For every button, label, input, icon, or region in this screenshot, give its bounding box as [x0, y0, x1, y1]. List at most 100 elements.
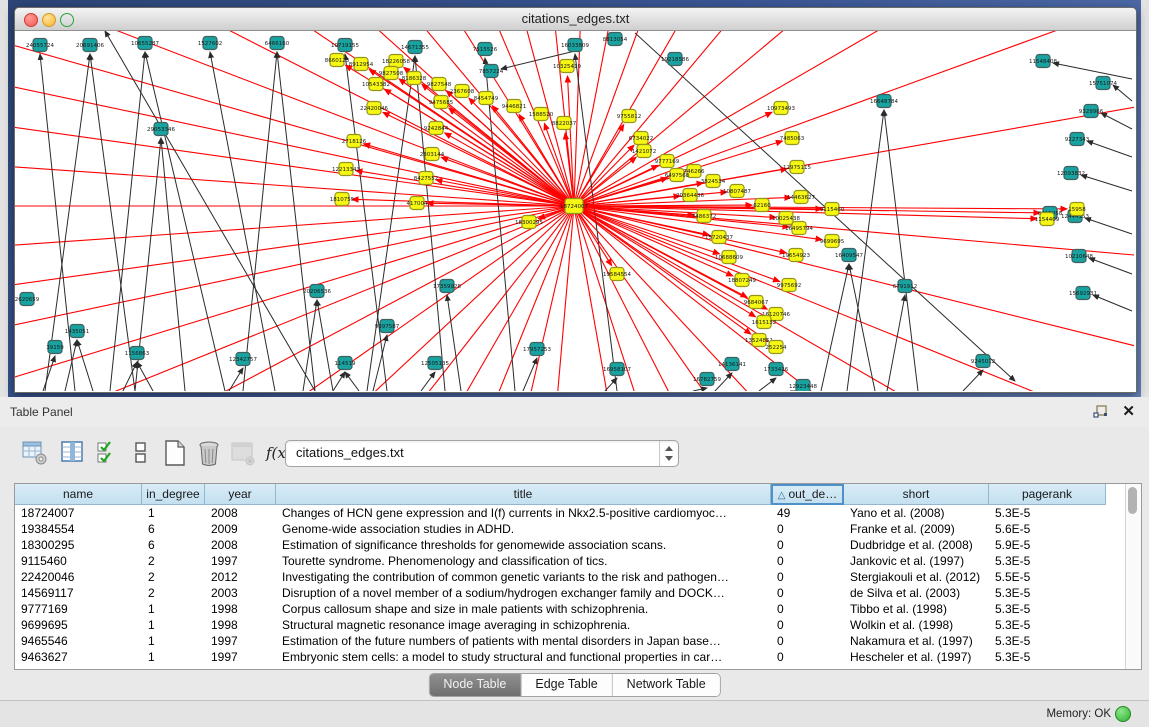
graph-node[interactable]: 10719155	[331, 39, 359, 52]
graph-node[interactable]: 29053346	[147, 123, 175, 136]
graph-node[interactable]: 9827508	[379, 67, 404, 80]
graph-node[interactable]: 2367608	[450, 85, 475, 98]
network-canvas[interactable]: 2405572420691406106552871527602646616010…	[15, 31, 1134, 391]
new-table-icon[interactable]	[162, 439, 188, 467]
column-header-outde[interactable]: △out_de…	[771, 484, 844, 505]
dropdown-stepper-icon[interactable]	[659, 441, 678, 466]
graph-node[interactable]: 10807487	[723, 185, 751, 198]
graph-node[interactable]: 114519	[335, 357, 356, 370]
graph-node[interactable]: 15958	[1068, 203, 1086, 216]
graph-node[interactable]: 6466160	[265, 37, 290, 50]
graph-node[interactable]: 16782759	[693, 373, 721, 386]
graph-node[interactable]: 10655287	[131, 37, 159, 50]
graph-node[interactable]: 62160	[753, 199, 771, 212]
table-row[interactable]: 946554611997Estimation of the future num…	[15, 633, 1126, 649]
graph-node[interactable]: 11548408	[1029, 55, 1057, 68]
scrollbar-thumb[interactable]	[1128, 487, 1137, 514]
graph-node[interactable]: 20206536	[303, 285, 331, 298]
graph-node[interactable]: 12505135	[421, 357, 449, 370]
graph-node[interactable]: 7857224	[479, 65, 504, 78]
graph-node[interactable]: 7485063	[780, 132, 805, 145]
graph-node[interactable]: 2620659	[15, 293, 40, 306]
graph-node[interactable]: 1527602	[198, 37, 223, 50]
graph-node[interactable]: 9755812	[617, 110, 642, 123]
graph-node[interactable]: 17957253	[523, 343, 551, 356]
graph-node[interactable]: 7486372	[692, 210, 717, 223]
graph-node[interactable]: 1733426	[764, 363, 789, 376]
graph-node[interactable]: 12923448	[789, 380, 817, 392]
table-body[interactable]: 1872400712008Changes of HCN gene express…	[15, 505, 1126, 669]
graph-node[interactable]: 12975115	[783, 161, 811, 174]
graph-node[interactable]: 12342757	[229, 353, 257, 366]
graph-node[interactable]: 3824534	[701, 175, 726, 188]
graph-node[interactable]: 1810755	[330, 193, 355, 206]
table-row[interactable]: 969969511998Structural magnetic resonanc…	[15, 617, 1126, 633]
table-row[interactable]: 1872400712008Changes of HCN gene express…	[15, 505, 1126, 521]
table-header-row[interactable]: namein_degreeyeartitle△out_de…shortpager…	[15, 484, 1126, 505]
table-row[interactable]: 946362711997Embryonic stem cells: a mode…	[15, 649, 1126, 665]
graph-node[interactable]: 9329966	[1079, 105, 1104, 118]
citation-network-graph[interactable]: 2405572420691406106552871527602646616010…	[15, 31, 1134, 391]
graph-node[interactable]: 8822037	[552, 117, 577, 130]
graph-node[interactable]: 16409547	[835, 249, 863, 262]
table-row[interactable]: 1456911722003Disruption of a novel membe…	[15, 585, 1126, 601]
table-row[interactable]: 977716911998Corpus callosum shape and si…	[15, 601, 1126, 617]
column-header-indegree[interactable]: in_degree	[142, 484, 205, 505]
graph-node[interactable]: 19584554	[603, 268, 631, 281]
row-height-icon[interactable]	[128, 439, 154, 467]
tab-network-table[interactable]: Network Table	[613, 674, 720, 696]
table-row[interactable]: 1830029562008Estimation of significance …	[15, 537, 1126, 553]
column-header-short[interactable]: short	[844, 484, 989, 505]
memory-status-indicator[interactable]	[1115, 706, 1131, 722]
graph-node[interactable]: 39159	[46, 341, 64, 354]
selection-mode-icon[interactable]	[96, 439, 122, 467]
graph-node[interactable]: 14671355	[401, 41, 429, 54]
graph-node[interactable]: 8454749	[474, 92, 499, 105]
column-header-year[interactable]: year	[205, 484, 276, 505]
tab-edge-table[interactable]: Edge Table	[521, 674, 612, 696]
graph-node[interactable]: 19218586	[661, 53, 689, 66]
graph-node[interactable]: 12093832	[1057, 167, 1085, 180]
float-panel-icon[interactable]	[1093, 404, 1109, 420]
graph-node[interactable]: 252254	[766, 341, 787, 354]
column-header-title[interactable]: title	[276, 484, 771, 505]
graph-node[interactable]: 14463627	[787, 191, 815, 204]
graph-node[interactable]: 19654923	[782, 249, 810, 262]
table-row[interactable]: 911546021997Tourette syndrome. Phenomeno…	[15, 553, 1126, 569]
graph-node[interactable]: 1156863	[125, 347, 150, 360]
table-row[interactable]: 1938455462009Genome-wide association stu…	[15, 521, 1126, 537]
graph-node[interactable]: 9699695	[820, 235, 845, 248]
graph-node[interactable]: 1421072	[632, 145, 657, 158]
show-columns-icon[interactable]	[60, 439, 86, 467]
graph-node[interactable]: 20364436	[676, 189, 704, 202]
graph-node[interactable]: 8813054	[603, 33, 628, 46]
column-header-pagerank[interactable]: pagerank	[989, 484, 1106, 505]
graph-node[interactable]: 10688609	[715, 251, 743, 264]
graph-node[interactable]: 7515526	[473, 43, 498, 56]
graph-node[interactable]: 12213343	[332, 163, 360, 176]
graph-node[interactable]: 16958107	[603, 363, 631, 376]
column-header-name[interactable]: name	[15, 484, 142, 505]
graph-node[interactable]: 16033809	[561, 39, 589, 52]
graph-node[interactable]: 17359928	[433, 280, 461, 293]
graph-node[interactable]: 18226058	[382, 55, 410, 68]
table-select-dropdown[interactable]: citations_edges.txt	[285, 440, 679, 467]
vertical-scrollbar[interactable]	[1125, 484, 1141, 669]
graph-node[interactable]: 20691406	[76, 39, 104, 52]
close-panel-icon[interactable]: ✕	[1122, 402, 1135, 420]
delete-table-icon[interactable]	[196, 439, 222, 467]
table-settings-icon[interactable]	[22, 439, 48, 467]
table-cell: Hescheler et al. (1997)	[844, 649, 989, 665]
graph-node[interactable]: 9446821	[502, 100, 527, 113]
tab-node-table[interactable]: Node Table	[429, 674, 521, 696]
table-row[interactable]: 2242004622012Investigating the contribut…	[15, 569, 1126, 585]
graph-node[interactable]: 9227343	[1065, 133, 1090, 146]
graph-node[interactable]: 15692931	[1069, 287, 1097, 300]
graph-node[interactable]: 8427552	[414, 172, 439, 185]
graph-node[interactable]: 9245012	[971, 355, 996, 368]
graph-node[interactable]: 14136141	[718, 358, 746, 371]
window-titlebar[interactable]: citations_edges.txt	[15, 8, 1136, 31]
graph-node[interactable]: 417004	[407, 197, 428, 210]
graph-node[interactable]: 15720437	[705, 231, 733, 244]
graph-node[interactable]: 15751074	[1089, 77, 1117, 90]
